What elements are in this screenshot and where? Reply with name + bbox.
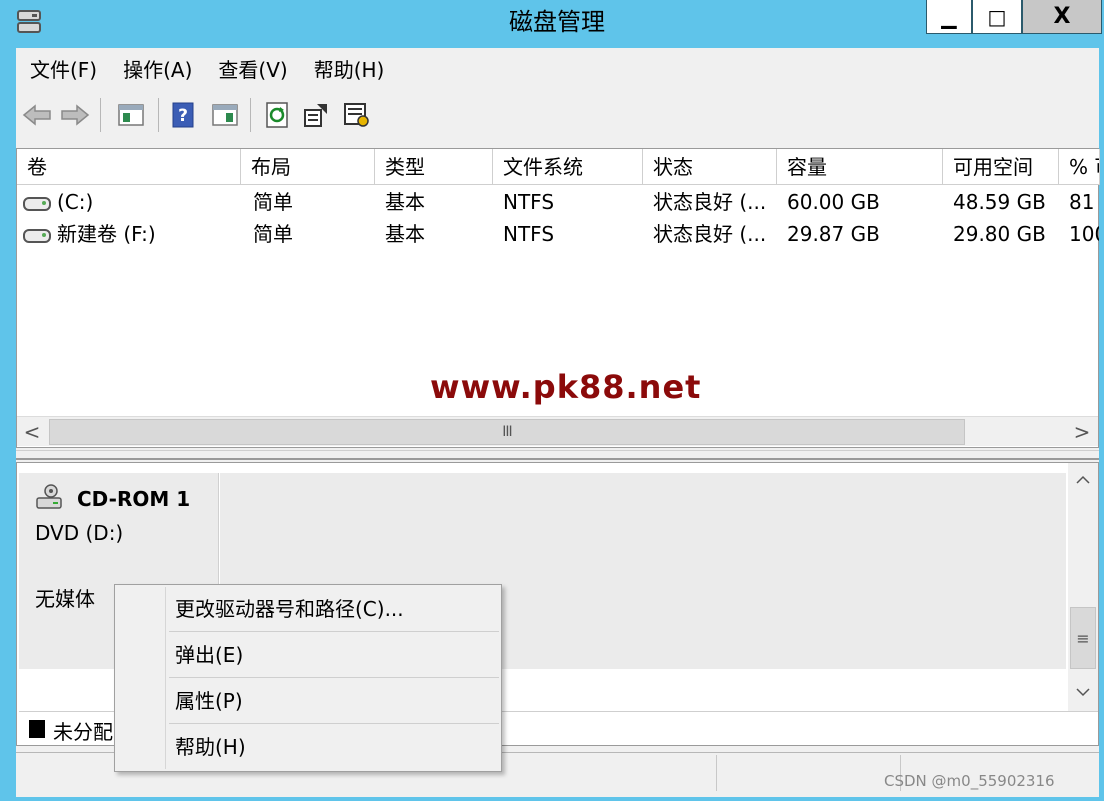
status-separator xyxy=(716,755,717,791)
cdrom-drive-icon xyxy=(35,483,63,511)
properties-icon[interactable] xyxy=(300,98,332,132)
menu-bar: 文件(F) 操作(A) 查看(V) 帮助(H) xyxy=(16,50,1099,90)
refresh-icon[interactable] xyxy=(262,98,292,132)
maximize-icon: □ xyxy=(987,4,1007,29)
volume-name: 新建卷 (F:) xyxy=(57,222,156,246)
column-header-capacity[interactable]: 容量 xyxy=(777,149,943,185)
menu-item-help[interactable]: 帮助(H) xyxy=(115,725,501,769)
type-cell: 基本 xyxy=(385,222,425,246)
menu-separator xyxy=(169,631,499,632)
free-space-cell: 48.59 GB xyxy=(953,190,1046,214)
csdn-watermark: CSDN @m0_55902316 xyxy=(884,772,1055,790)
table-row[interactable]: (C:) 简单 基本 NTFS 状态良好 (... 60.00 GB 48.59… xyxy=(17,186,1100,218)
toolbar-separator xyxy=(158,98,159,132)
horizontal-scrollbar[interactable]: < III > xyxy=(17,416,1098,446)
column-header-volume[interactable]: 卷 xyxy=(17,149,241,185)
disk-type: DVD (D:) xyxy=(35,521,124,545)
volume-name: (C:) xyxy=(57,190,94,214)
chevron-up-icon xyxy=(1076,475,1090,484)
capacity-cell: 29.87 GB xyxy=(787,222,880,246)
status-cell: 状态良好 (... xyxy=(653,222,767,246)
column-header-percent-free[interactable]: % 可用 xyxy=(1059,149,1100,185)
filesystem-cell: NTFS xyxy=(503,222,555,246)
filesystem-cell: NTFS xyxy=(503,190,555,214)
scroll-right-button[interactable]: > xyxy=(1067,417,1097,447)
disk-name: CD-ROM 1 xyxy=(77,487,191,511)
chevron-left-icon: < xyxy=(23,420,41,444)
drive-icon xyxy=(23,196,51,211)
free-space-cell: 29.80 GB xyxy=(953,222,1046,246)
scroll-up-button[interactable] xyxy=(1068,465,1098,495)
disk-media-status: 无媒体 xyxy=(35,587,95,611)
vertical-scroll-thumb[interactable]: ≡ xyxy=(1070,607,1096,669)
column-header-type[interactable]: 类型 xyxy=(375,149,493,185)
chevron-down-icon xyxy=(1076,688,1090,697)
minimize-button[interactable]: ▁ xyxy=(926,0,972,34)
toolbar-separator xyxy=(100,98,101,132)
table-row[interactable]: 新建卷 (F:) 简单 基本 NTFS 状态良好 (... 29.87 GB 2… xyxy=(17,218,1100,250)
column-header-status[interactable]: 状态 xyxy=(643,149,777,185)
back-icon[interactable] xyxy=(20,98,54,132)
capacity-cell: 60.00 GB xyxy=(787,190,880,214)
toolbar: ? xyxy=(16,92,1099,138)
layout-cell: 简单 xyxy=(253,190,293,214)
forward-icon[interactable] xyxy=(58,98,92,132)
status-cell: 状态良好 (... xyxy=(653,190,767,214)
grip-icon: ≡ xyxy=(1076,628,1090,648)
column-header-free-space[interactable]: 可用空间 xyxy=(943,149,1059,185)
menu-item-eject[interactable]: 弹出(E) xyxy=(115,633,501,677)
console-tree-icon[interactable] xyxy=(114,98,148,132)
drive-icon xyxy=(23,228,51,243)
percent-free-cell: 81 xyxy=(1069,190,1095,214)
maximize-button[interactable]: □ xyxy=(972,0,1022,34)
vertical-scrollbar[interactable]: ≡ xyxy=(1068,463,1098,711)
legend-unallocated-label: 未分配 xyxy=(53,720,113,744)
chevron-right-icon: > xyxy=(1073,420,1091,444)
help-icon[interactable]: ? xyxy=(168,98,198,132)
scroll-left-button[interactable]: < xyxy=(17,417,47,447)
menu-item-change-drive-letter[interactable]: 更改驱动器号和路径(C)... xyxy=(115,587,501,631)
scroll-down-button[interactable] xyxy=(1068,677,1098,707)
layout-cell: 简单 xyxy=(253,222,293,246)
svg-text:?: ? xyxy=(178,106,188,126)
close-icon: X xyxy=(1053,4,1071,29)
menu-view[interactable]: 查看(V) xyxy=(204,50,299,90)
menu-file[interactable]: 文件(F) xyxy=(16,50,109,90)
minimize-icon: ▁ xyxy=(941,4,957,29)
scroll-thumb[interactable]: III xyxy=(49,419,965,445)
context-menu: 更改驱动器号和路径(C)... 弹出(E) 属性(P) 帮助(H) xyxy=(114,584,502,772)
menu-action[interactable]: 操作(A) xyxy=(109,50,204,90)
unallocated-swatch xyxy=(29,720,45,738)
column-header-filesystem[interactable]: 文件系统 xyxy=(493,149,643,185)
grip-icon: III xyxy=(502,424,512,440)
close-button[interactable]: X xyxy=(1022,0,1102,34)
column-header-layout[interactable]: 布局 xyxy=(241,149,375,185)
show-hide-pane-icon[interactable] xyxy=(208,98,242,132)
menu-separator xyxy=(169,677,499,678)
site-watermark: www.pk88.net xyxy=(430,368,702,406)
pane-splitter[interactable] xyxy=(16,450,1099,460)
toolbar-separator xyxy=(250,98,251,132)
type-cell: 基本 xyxy=(385,190,425,214)
menu-separator xyxy=(169,723,499,724)
menu-item-properties[interactable]: 属性(P) xyxy=(115,679,501,723)
settings-icon[interactable] xyxy=(340,98,374,132)
menu-help[interactable]: 帮助(H) xyxy=(300,50,397,90)
percent-free-cell: 100 xyxy=(1069,222,1099,246)
